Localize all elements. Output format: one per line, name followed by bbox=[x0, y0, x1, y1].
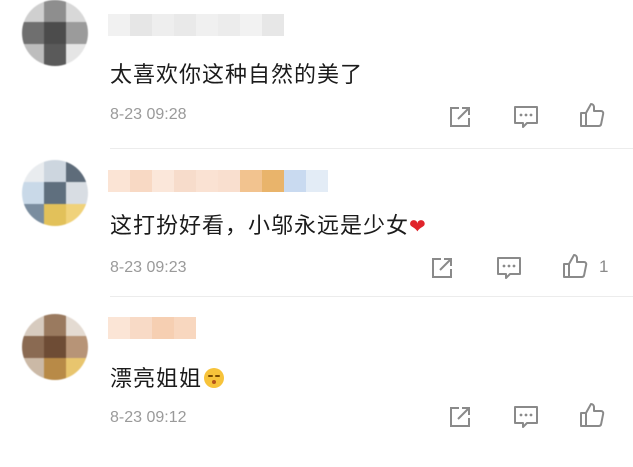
like-icon[interactable] bbox=[578, 401, 606, 429]
divider bbox=[110, 148, 633, 149]
timestamp: 8-23 09:23 bbox=[110, 259, 187, 276]
share-icon[interactable] bbox=[428, 254, 456, 282]
comment-text: 漂亮姐姐 bbox=[110, 361, 225, 393]
kiss-emoji bbox=[204, 368, 225, 388]
share-icon[interactable] bbox=[446, 103, 474, 131]
like-icon[interactable] bbox=[561, 252, 589, 280]
avatar[interactable] bbox=[22, 314, 88, 380]
comment-text: 太喜欢你这种自然的美了 bbox=[110, 63, 364, 88]
comment-text: 这打扮好看，小邬永远是少女❤ bbox=[110, 208, 427, 240]
divider bbox=[110, 296, 633, 297]
avatar[interactable] bbox=[22, 0, 88, 66]
username-blurred[interactable] bbox=[108, 317, 196, 339]
comment-item: 这打扮好看，小邬永远是少女❤ 8-23 09:23 1 bbox=[0, 150, 633, 298]
comment-text-body: 漂亮姐姐 bbox=[110, 367, 203, 392]
comment-item: 太喜欢你这种自然的美了 8-23 09:28 bbox=[0, 0, 633, 150]
username-blurred[interactable] bbox=[108, 170, 328, 192]
share-icon[interactable] bbox=[446, 403, 474, 431]
username-blurred[interactable] bbox=[108, 14, 284, 36]
comment-item: 漂亮姐姐 8-23 09:12 bbox=[0, 298, 633, 467]
avatar[interactable] bbox=[22, 160, 88, 226]
comment-text-body: 这打扮好看，小邬永远是少女 bbox=[110, 214, 410, 239]
comment-icon[interactable] bbox=[495, 254, 523, 282]
like-count: 1 bbox=[599, 257, 609, 276]
heart-emoji: ❤ bbox=[409, 214, 427, 238]
comment-icon[interactable] bbox=[512, 403, 540, 431]
comment-icon[interactable] bbox=[512, 103, 540, 131]
timestamp: 8-23 09:28 bbox=[110, 106, 187, 123]
like-icon[interactable] bbox=[578, 101, 606, 129]
timestamp: 8-23 09:12 bbox=[110, 409, 187, 426]
